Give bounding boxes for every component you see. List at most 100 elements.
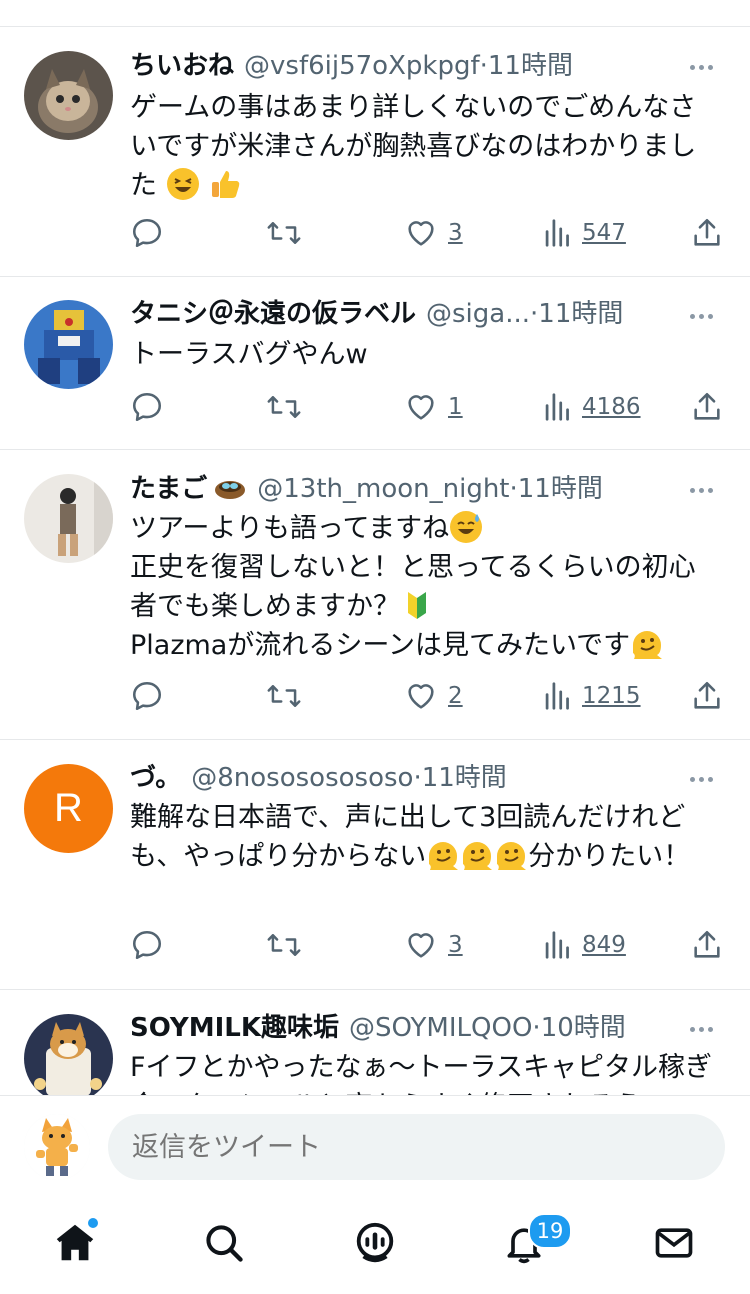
beginner-mark-emoji-icon (408, 592, 426, 619)
share-icon (694, 218, 720, 246)
melting-face-emoji-icon (463, 842, 493, 870)
tweet-text-line: ツアーよりも語ってますね (130, 509, 720, 548)
reply-icon (132, 930, 162, 960)
retweet-button[interactable] (266, 676, 302, 716)
tweet-text-line: 正史を復習しないと！と思ってるくらいの初心者でも楽しめますか？ (130, 548, 720, 626)
tweet[interactable]: R づ。 @8nosososososo·11時間 難解な日本語で、声に出して3回読… (0, 740, 750, 990)
share-button[interactable] (690, 925, 724, 965)
retweet-icon (267, 222, 301, 244)
avatar-letter: R (54, 786, 83, 830)
reply-button[interactable] (130, 676, 164, 716)
tweet-header: タニシ＠永遠の仮ラベル @siga...·11時間 (130, 294, 670, 334)
views-icon (545, 219, 569, 247)
like-count: 3 (448, 220, 463, 246)
more-options-icon[interactable] (690, 55, 720, 75)
views-button[interactable]: 1215 (544, 676, 641, 716)
avatar[interactable] (24, 51, 113, 140)
user-handle[interactable]: @siga... (426, 299, 530, 329)
retweet-button[interactable] (266, 387, 302, 427)
reply-icon (132, 392, 162, 422)
retweet-icon (267, 934, 301, 956)
tweet-header: ちいおね @vsf6ij57oXpkpgf·11時間 (130, 46, 670, 86)
nest-with-eggs-emoji-icon (215, 481, 246, 499)
melting-face-emoji-icon (429, 842, 459, 870)
views-button[interactable]: 4186 (544, 387, 641, 427)
reply-input[interactable] (108, 1114, 725, 1180)
more-options-icon[interactable] (690, 304, 720, 324)
share-button[interactable] (690, 676, 724, 716)
retweet-button[interactable] (266, 213, 302, 253)
like-icon (408, 933, 434, 958)
share-button[interactable] (690, 387, 724, 427)
separator-dot: · (509, 474, 518, 504)
like-button[interactable]: 2 (404, 676, 463, 716)
thumbs-up-emoji-icon (212, 171, 240, 198)
views-icon (545, 682, 569, 710)
avatar[interactable] (24, 474, 113, 563)
view-count: 1215 (582, 683, 641, 709)
display-name[interactable]: タニシ＠永遠の仮ラベル (130, 299, 416, 329)
retweet-icon (267, 396, 301, 418)
display-name[interactable]: づ。 (130, 763, 181, 793)
mail-icon (655, 1228, 693, 1258)
like-icon (408, 395, 434, 420)
tweet[interactable]: たまご @13th_moon_night·11時間 ツアーよりも語ってますね 正史… (0, 450, 750, 740)
tweet-text: ゲームの事はあまり詳しくないのでごめんなさいですが米津さんが胸熱喜びなのはわかり… (130, 88, 720, 205)
avatar[interactable]: R (24, 764, 113, 853)
melting-face-emoji-icon (633, 631, 663, 659)
reply-feed[interactable]: ちいおね @vsf6ij57oXpkpgf·11時間 ゲームの事はあまり詳しくない… (0, 27, 750, 1095)
tweet-text: ツアーよりも語ってますね 正史を復習しないと！と思ってるくらいの初心者でも楽しめ… (130, 509, 720, 665)
tweet-text-content: Fイフとかやったなぁ〜トーラスキャピタル稼ぎ金スターシールと高ちらすぐ修正される… (130, 1052, 712, 1095)
user-handle[interactable]: @8nosososososo (191, 763, 413, 793)
like-button[interactable]: 3 (404, 925, 463, 965)
reply-button[interactable] (130, 925, 164, 965)
tab-messages[interactable] (644, 1213, 704, 1273)
user-handle[interactable]: @SOYMILQOO (349, 1013, 532, 1043)
display-name[interactable]: たまご (130, 474, 207, 504)
display-name[interactable]: SOYMILK趣味垢 (130, 1013, 339, 1043)
reply-button[interactable] (130, 387, 164, 427)
tab-search[interactable] (194, 1213, 254, 1273)
tweet-text-content: 分かりたい！ (528, 841, 691, 872)
user-handle[interactable]: @vsf6ij57oXpkpgf (244, 51, 480, 81)
avatar[interactable] (24, 1014, 113, 1095)
separator-dot: · (532, 1013, 541, 1043)
views-icon (545, 931, 569, 959)
display-name[interactable]: ちいおね (130, 51, 234, 81)
user-handle[interactable]: @13th_moon_night (257, 474, 509, 504)
timestamp[interactable]: 11時間 (422, 763, 507, 793)
views-button[interactable]: 849 (544, 925, 626, 965)
tweet[interactable]: タニシ＠永遠の仮ラベル @siga...·11時間 トーラスバグやんw 1 418… (0, 277, 750, 450)
grinning-squinting-emoji-icon (166, 168, 199, 200)
views-icon (545, 393, 569, 421)
share-icon (694, 930, 720, 958)
more-options-icon[interactable] (690, 767, 720, 787)
tweet[interactable]: ちいおね @vsf6ij57oXpkpgf·11時間 ゲームの事はあまり詳しくない… (0, 27, 750, 277)
retweet-button[interactable] (266, 925, 302, 965)
like-button[interactable]: 3 (404, 213, 463, 253)
timestamp[interactable]: 11時間 (488, 51, 573, 81)
views-button[interactable]: 547 (544, 213, 626, 253)
tab-spaces[interactable] (345, 1213, 405, 1273)
like-count: 3 (448, 932, 463, 958)
tweet[interactable]: SOYMILK趣味垢 @SOYMILQOO·10時間 Fイフとかやったなぁ〜トーラ… (0, 990, 750, 1095)
timestamp[interactable]: 11時間 (538, 299, 623, 329)
avatar[interactable] (24, 300, 113, 389)
my-avatar[interactable] (24, 1114, 90, 1180)
timestamp[interactable]: 10時間 (541, 1013, 626, 1043)
reply-icon (132, 681, 162, 711)
reply-button[interactable] (130, 213, 164, 253)
like-icon (408, 684, 434, 709)
share-icon (694, 681, 720, 709)
more-options-icon[interactable] (690, 478, 720, 498)
more-options-icon[interactable] (690, 1017, 720, 1037)
tweet-text-content: ツアーよりも語ってますね (130, 513, 450, 544)
timestamp[interactable]: 11時間 (518, 474, 603, 504)
like-button[interactable]: 1 (404, 387, 463, 427)
reply-composer (0, 1095, 750, 1198)
tweet-text: Fイフとかやったなぁ〜トーラスキャピタル稼ぎ金スターシールと高ちらすぐ修正される… (130, 1048, 720, 1095)
like-count: 2 (448, 683, 463, 709)
share-button[interactable] (690, 213, 724, 253)
tweet-header: づ。 @8nosososososo·11時間 (130, 758, 670, 798)
tweet-text-content: Plazmaが流れるシーンは見てみたいです (130, 630, 631, 661)
